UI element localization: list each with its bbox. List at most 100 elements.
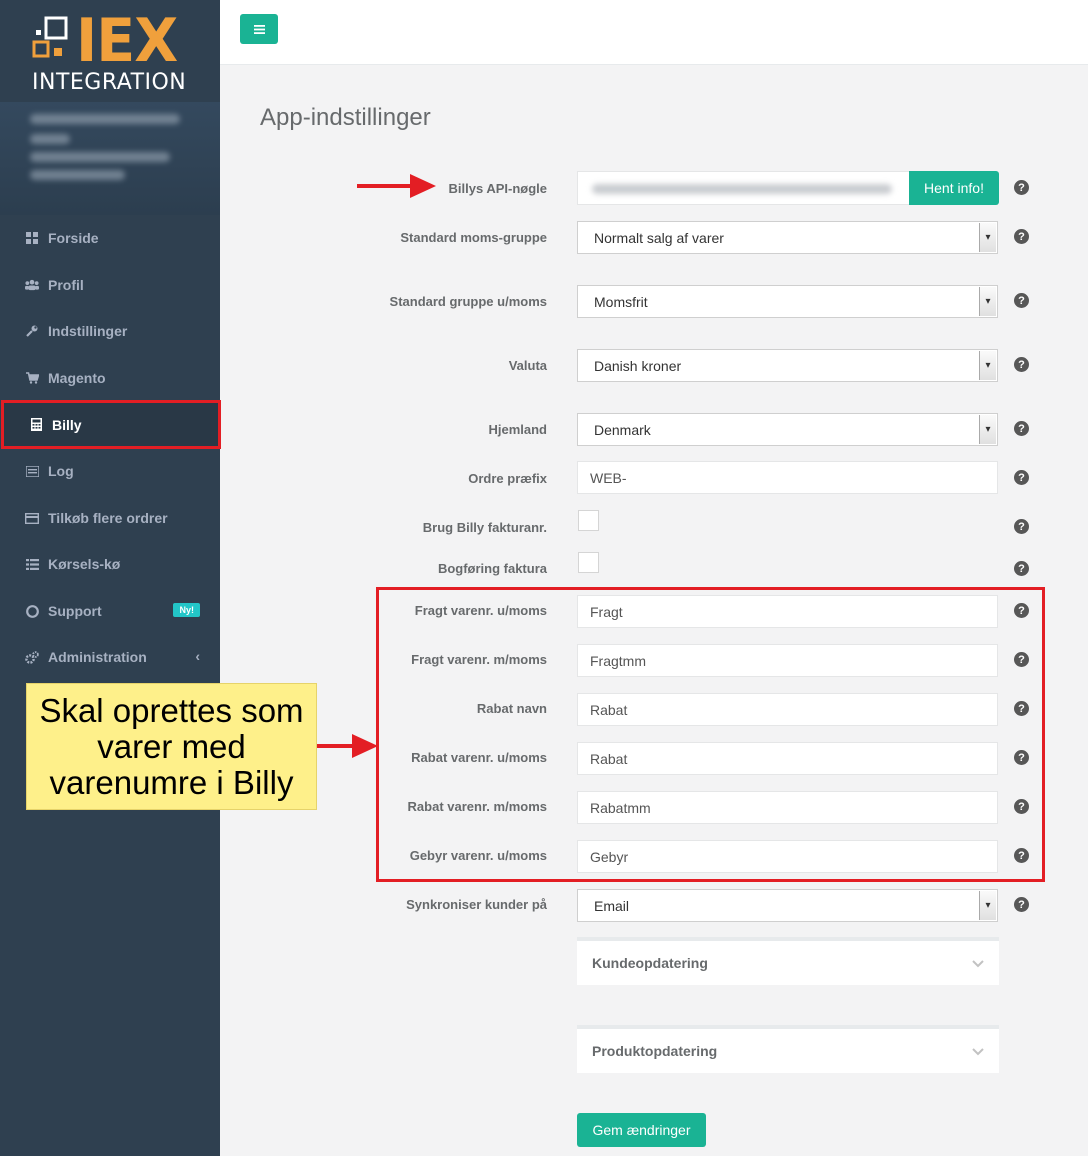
currency-select[interactable]: Danish kroner ▾ (577, 349, 998, 382)
home-country-label: Hjemland (488, 422, 547, 437)
product-update-panel[interactable]: Produktopdatering (577, 1025, 999, 1073)
sidebar-item-label: Tilkøb flere ordrer (48, 510, 168, 526)
cart-icon (25, 371, 39, 385)
discount-name-input[interactable]: Rabat (577, 693, 998, 726)
customer-update-panel[interactable]: Kundeopdatering (577, 937, 999, 985)
sidebar-item-indstillinger[interactable]: Indstillinger (0, 308, 220, 354)
discount-with-vat-input[interactable]: Rabatmm (577, 791, 998, 824)
sidebar-item-profil[interactable]: Profil (0, 262, 220, 308)
blurred-user-line (30, 170, 125, 180)
help-icon[interactable]: ? (1014, 357, 1029, 372)
help-icon[interactable]: ? (1014, 848, 1029, 863)
annotation-callout: Skal oprettes som varer med varenumre i … (26, 683, 317, 810)
top-navbar (220, 0, 1088, 65)
help-icon[interactable]: ? (1014, 799, 1029, 814)
highlight-box (376, 587, 1045, 882)
vat-group-select[interactable]: Normalt salg af varer ▾ (577, 221, 998, 254)
use-billy-invoice-no-checkbox[interactable] (578, 510, 599, 531)
arrow-line (317, 744, 355, 748)
chevron-down-icon (972, 955, 984, 971)
sidebar-item-tilkob[interactable]: Tilkøb flere ordrer (0, 495, 220, 541)
discount-no-vat-input[interactable]: Rabat (577, 742, 998, 775)
users-icon (25, 278, 39, 292)
help-icon[interactable]: ? (1014, 561, 1029, 576)
book-invoice-checkbox[interactable] (578, 552, 599, 573)
wrench-icon (25, 324, 39, 338)
sidebar: IEX INTEGRATION Forside Profil Indstilli… (0, 0, 221, 1156)
panel-title: Produktopdatering (592, 1043, 718, 1059)
discount-name-label: Rabat navn (476, 701, 547, 716)
chevron-down-icon (972, 1043, 984, 1059)
sidebar-item-label: Support (48, 603, 102, 619)
select-value: Normalt salg af varer (594, 229, 724, 246)
sidebar-item-label: Indstillinger (48, 323, 128, 339)
menu-toggle-button[interactable] (240, 14, 278, 44)
help-icon[interactable]: ? (1014, 180, 1029, 195)
help-icon[interactable]: ? (1014, 421, 1029, 436)
help-icon[interactable]: ? (1014, 603, 1029, 618)
no-vat-group-label: Standard gruppe u/moms (389, 294, 547, 309)
logo: IEX INTEGRATION (0, 0, 220, 102)
blurred-user-line (30, 114, 180, 124)
sidebar-item-magento[interactable]: Magento (0, 355, 220, 401)
fee-no-vat-input[interactable]: Gebyr (577, 840, 998, 873)
calculator-icon (29, 418, 43, 432)
fetch-info-button[interactable]: Hent info! (909, 171, 999, 205)
currency-label: Valuta (508, 358, 547, 373)
credit-card-icon (25, 511, 39, 525)
select-value: Denmark (594, 421, 651, 438)
help-icon[interactable]: ? (1014, 701, 1029, 716)
help-icon[interactable]: ? (1014, 897, 1029, 912)
sidebar-item-billy[interactable]: Billy (1, 400, 221, 449)
queue-icon (25, 557, 39, 571)
logo-subtext: INTEGRATION (32, 70, 187, 95)
lifebuoy-icon (25, 604, 39, 618)
help-icon[interactable]: ? (1014, 470, 1029, 485)
gears-icon (25, 650, 39, 664)
chevron-down-icon: ▾ (979, 891, 996, 920)
sidebar-item-label: Forside (48, 230, 99, 246)
select-value: Momsfrit (594, 293, 648, 310)
help-icon[interactable]: ? (1014, 293, 1029, 308)
api-key-input[interactable] (577, 171, 910, 205)
order-prefix-input[interactable]: WEB- (577, 461, 998, 494)
help-icon[interactable]: ? (1014, 750, 1029, 765)
discount-no-vat-label: Rabat varenr. u/moms (411, 750, 547, 765)
freight-no-vat-input[interactable]: Fragt (577, 595, 998, 628)
sidebar-item-support[interactable]: Support Ny! (0, 588, 220, 634)
discount-with-vat-label: Rabat varenr. m/moms (407, 799, 547, 814)
blurred-api-key (592, 184, 892, 194)
order-prefix-label: Ordre præfix (468, 471, 547, 486)
sidebar-item-forside[interactable]: Forside (0, 215, 220, 261)
grid-icon (25, 231, 39, 245)
no-vat-group-select[interactable]: Momsfrit ▾ (577, 285, 998, 318)
arrow-right-icon (352, 734, 378, 758)
sidebar-item-label: Magento (48, 370, 106, 386)
sidebar-item-log[interactable]: Log (0, 448, 220, 494)
sidebar-item-label: Kørsels-kø (48, 556, 121, 572)
freight-no-vat-label: Fragt varenr. u/moms (414, 603, 547, 618)
help-icon[interactable]: ? (1014, 519, 1029, 534)
new-badge: Ny! (173, 603, 200, 617)
chevron-down-icon: ▾ (979, 287, 996, 316)
help-icon[interactable]: ? (1014, 652, 1029, 667)
hamburger-icon (253, 21, 265, 37)
help-icon[interactable]: ? (1014, 229, 1029, 244)
sidebar-item-label: Billy (52, 416, 82, 433)
sidebar-item-label: Log (48, 463, 74, 479)
api-key-label: Billys API-nøgle (448, 181, 547, 196)
fee-no-vat-label: Gebyr varenr. u/moms (409, 848, 547, 863)
sidebar-item-administration[interactable]: Administration ‹ (0, 634, 220, 680)
sync-customers-select[interactable]: Email ▾ (577, 889, 998, 922)
chevron-down-icon: ▾ (979, 415, 996, 444)
home-country-select[interactable]: Denmark ▾ (577, 413, 998, 446)
freight-with-vat-input[interactable]: Fragtmm (577, 644, 998, 677)
sync-customers-label: Synkroniser kunder på (406, 897, 547, 912)
sidebar-item-korsels-ko[interactable]: Kørsels-kø (0, 541, 220, 587)
logo-mark-icon (32, 16, 68, 58)
save-changes-button[interactable]: Gem ændringer (577, 1113, 706, 1147)
freight-with-vat-label: Fragt varenr. m/moms (411, 652, 547, 667)
page-title: App-indstillinger (260, 104, 431, 131)
select-value: Danish kroner (594, 357, 682, 374)
use-billy-invoice-no-label: Brug Billy fakturanr. (422, 520, 547, 535)
